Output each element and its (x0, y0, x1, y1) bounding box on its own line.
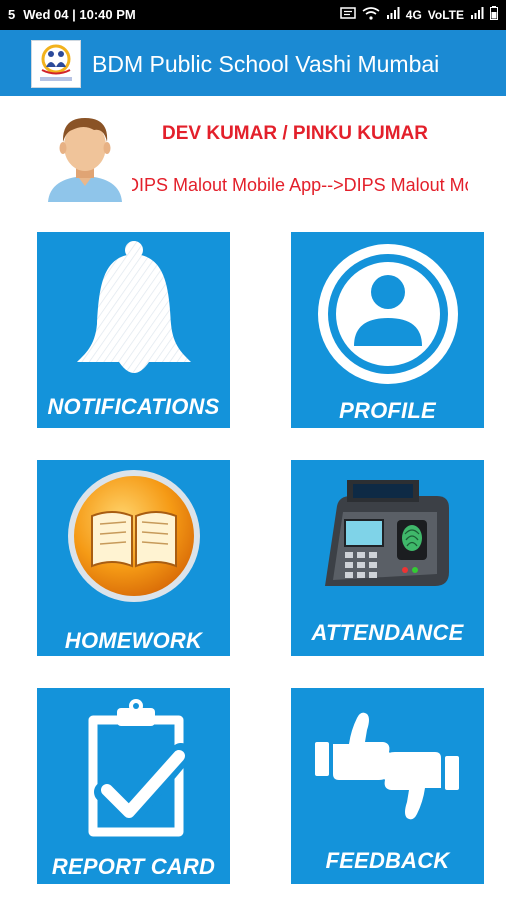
school-logo-icon (31, 40, 81, 88)
clipboard-check-icon (83, 698, 192, 843)
user-circle-icon (314, 240, 462, 393)
homework-tile[interactable]: HOMEWORK (37, 460, 230, 656)
app-bar: BDM Public School Vashi Mumbai (0, 30, 506, 96)
book-icon (64, 466, 204, 611)
tile-label-report-card: REPORT CARD (51, 854, 216, 879)
notification-count: 5 (8, 7, 16, 22)
app-title: BDM Public School Vashi Mumbai (92, 51, 440, 77)
volte-label: VoLTE (427, 7, 464, 22)
tile-label-notifications: NOTIFICATIONS (47, 394, 220, 419)
wifi-icon (362, 6, 380, 23)
thumbs-up-down-icon (309, 700, 467, 835)
bell-icon (73, 238, 195, 387)
profile-tile[interactable]: PROFILE (291, 232, 484, 428)
biometric-machine-icon (317, 476, 457, 599)
status-datetime: Wed 04 | 10:40 PM (23, 7, 136, 22)
signal-icon (386, 7, 400, 22)
notifications-tile[interactable]: NOTIFICATIONS (37, 232, 230, 428)
user-name: DEV KUMAR / PINKU KUMAR (162, 123, 428, 144)
report-card-tile[interactable]: REPORT CARD (37, 688, 230, 884)
student-avatar-icon[interactable] (46, 112, 124, 202)
tile-label-attendance: ATTENDANCE (311, 620, 464, 645)
marquee-text: DIPS Malout Mobile App-->DIPS Malout Mob… (132, 175, 468, 195)
attendance-tile[interactable]: ATTENDANCE (291, 460, 484, 656)
signal-icon-2 (470, 7, 484, 22)
battery-icon (490, 6, 498, 23)
message-icon (340, 7, 356, 22)
marquee-banner: DIPS Malout Mobile App-->DIPS Malout Mob… (132, 175, 468, 199)
tile-label-feedback: FEEDBACK (325, 848, 450, 873)
tile-label-profile: PROFILE (339, 398, 436, 423)
tile-label-homework: HOMEWORK (64, 628, 203, 653)
status-bar: 5 Wed 04 | 10:40 PM 4G VoLTE (0, 0, 506, 30)
network-type: 4G (405, 7, 422, 22)
profile-header: DEV KUMAR / PINKU KUMAR DIPS Malout Mobi… (0, 96, 506, 224)
feedback-tile[interactable]: FEEDBACK (291, 688, 484, 884)
